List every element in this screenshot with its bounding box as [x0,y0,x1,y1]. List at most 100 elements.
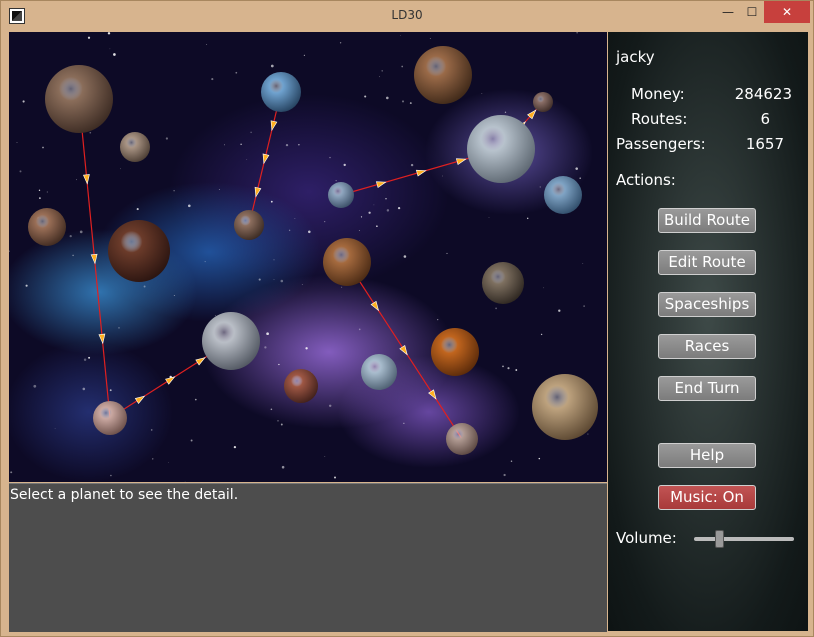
star [587,433,589,435]
star [38,189,41,191]
star [403,255,407,258]
star [190,439,193,442]
star [270,200,273,203]
planet-11[interactable] [234,210,264,240]
planet-8[interactable] [202,312,260,370]
planet-19[interactable] [93,401,127,435]
star [503,473,506,477]
planet-18[interactable] [532,374,598,440]
spaceships-button[interactable]: Spaceships [658,292,756,317]
star [329,156,331,159]
edit-route-button[interactable]: Edit Route [658,250,756,275]
volume-slider-thumb[interactable] [715,530,724,548]
planet-15[interactable] [361,354,397,390]
planet-6[interactable] [467,115,535,183]
music-toggle-button[interactable]: Music: On [658,485,756,510]
star [303,54,306,57]
game-window: LD30 — ☐ ✕ Select a planet to see the de… [0,0,814,637]
star [308,230,311,234]
star [273,259,275,261]
star [280,279,284,283]
star [10,471,13,474]
star [539,186,541,188]
star [401,65,404,68]
planet-2[interactable] [261,72,301,112]
star [113,53,116,56]
maximize-button[interactable]: ☐ [741,1,763,23]
star [273,278,275,280]
star [379,76,380,78]
star [143,285,146,288]
star [403,422,405,424]
planet-7[interactable] [533,92,553,112]
planet-10[interactable] [544,176,582,214]
star [264,346,267,349]
star [194,398,197,401]
star [270,408,273,411]
passengers-value: 1657 [745,135,784,153]
star [87,36,91,39]
window-title: LD30 [391,8,423,22]
spaceship-icon [455,158,467,165]
planet-3[interactable] [120,132,150,162]
star [258,278,261,281]
side-panel: jacky Money: 284623 Routes: 6 Passengers… [608,32,808,631]
star [19,170,22,173]
galaxy-map-canvas [9,32,598,482]
player-name: jacky [616,48,655,66]
star [277,420,279,422]
planet-5[interactable] [108,220,170,282]
help-button[interactable]: Help [658,443,756,468]
star [184,481,186,482]
star [343,163,346,167]
star [386,209,390,212]
build-route-button[interactable]: Build Route [658,208,756,233]
volume-slider-track[interactable] [694,537,794,541]
star [381,70,383,72]
close-button[interactable]: ✕ [764,1,810,23]
planet-17[interactable] [414,46,472,104]
star [401,100,405,103]
star [150,429,153,431]
minimize-button[interactable]: — [715,1,741,23]
spaceship-icon [90,253,98,265]
star [266,332,269,336]
planet-16[interactable] [431,328,479,376]
star [507,367,510,370]
spaceship-icon [134,395,146,404]
planet-14[interactable] [284,369,318,403]
star [235,71,238,74]
spaceship-icon [415,169,427,177]
planet-1[interactable] [45,65,113,133]
star [270,64,274,68]
star [324,456,326,457]
spaceship-icon [195,357,206,366]
star [173,190,175,192]
planet-13[interactable] [482,262,524,304]
star [118,327,120,329]
galaxy-map[interactable] [9,32,607,482]
planet-20[interactable] [446,423,478,455]
planet-9[interactable] [328,182,354,208]
star [42,146,44,149]
star [83,358,87,362]
spaceship-icon [370,300,380,312]
star [22,100,25,103]
star [294,218,296,219]
star [364,95,367,98]
star [324,221,326,223]
planet-12[interactable] [323,238,371,286]
planet-4[interactable] [28,208,66,246]
star [358,328,361,331]
star [206,44,208,45]
star [173,294,175,296]
star [204,261,206,263]
title-bar[interactable]: LD30 — ☐ ✕ [1,1,813,31]
star [246,159,248,160]
star [152,458,154,460]
star [446,252,448,254]
end-turn-button[interactable]: End Turn [658,376,756,401]
races-button[interactable]: Races [658,334,756,359]
star [481,93,483,94]
star [558,309,561,312]
